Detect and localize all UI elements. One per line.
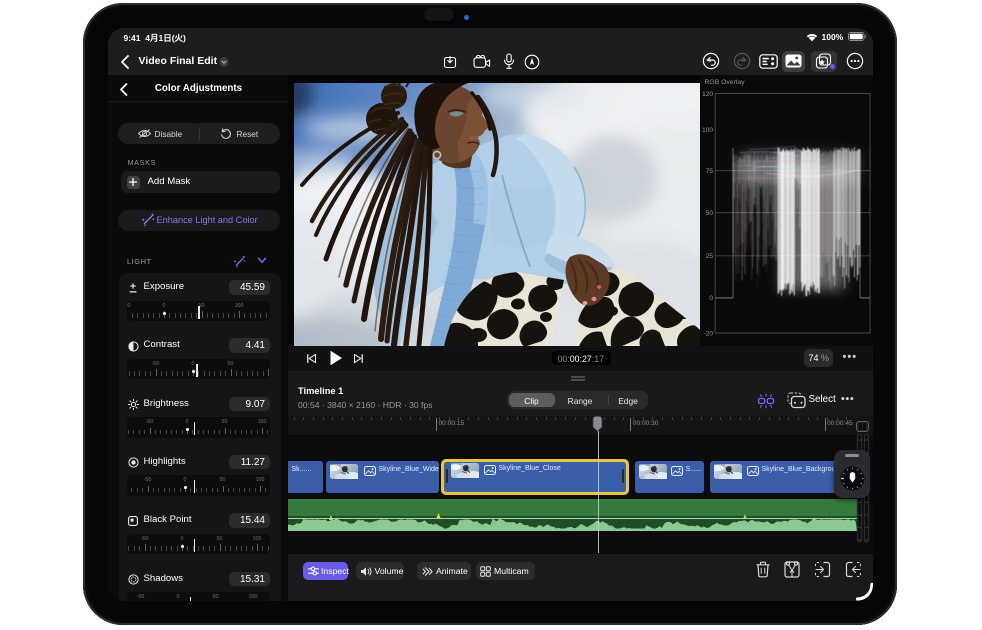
svg-text:75: 75 <box>706 168 714 175</box>
svg-text:0: 0 <box>709 295 713 302</box>
svg-text:-20: -20 <box>704 330 714 337</box>
svg-text:120: 120 <box>702 90 713 97</box>
svg-text:50: 50 <box>706 210 714 217</box>
svg-text:100: 100 <box>702 127 713 134</box>
svg-text:25: 25 <box>706 253 714 260</box>
